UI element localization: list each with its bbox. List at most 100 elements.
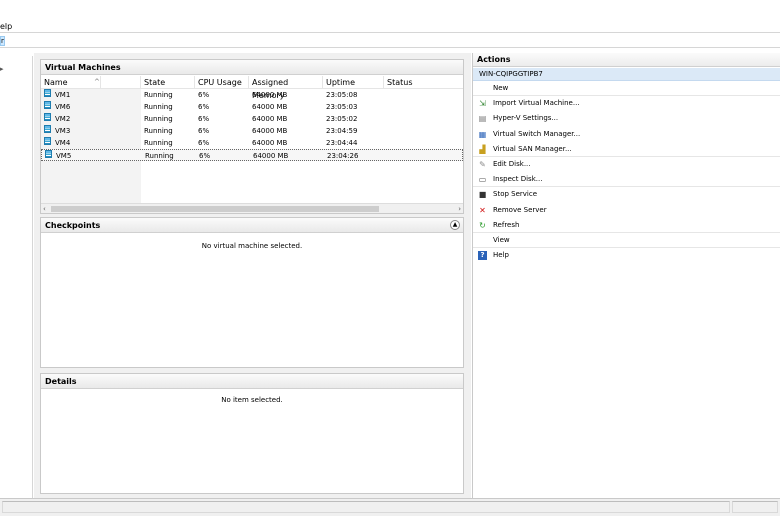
vm-cpu: 6% [198, 127, 210, 135]
vm-name: VM1 [55, 91, 71, 99]
vm-name: VM6 [55, 103, 71, 111]
action-view[interactable]: View [473, 233, 780, 249]
remove-icon: ✕ [479, 205, 486, 215]
stop-icon: ■ [478, 190, 487, 200]
vm-uptime: 23:05:02 [326, 115, 358, 123]
action-label: Virtual Switch Manager... [493, 129, 581, 138]
column-state[interactable]: State [141, 76, 195, 89]
details-panel: Details No item selected. [40, 373, 464, 494]
vm-memory: 64000 MB [252, 91, 288, 99]
action-hyper-v-settings[interactable]: ▤ Hyper-V Settings... [473, 111, 780, 126]
vm-memory: 64000 MB [252, 103, 288, 111]
menu-help[interactable]: elp [0, 22, 12, 31]
action-virtual-san-manager[interactable]: ▟ Virtual SAN Manager... [473, 142, 780, 157]
vm-state: Running [144, 115, 173, 123]
action-help[interactable]: ? Help [473, 248, 780, 263]
help-icon: ? [478, 251, 487, 261]
vm-state: Running [144, 127, 173, 135]
virtual-machine-icon [44, 137, 51, 145]
menu-bar: elp [0, 0, 780, 32]
action-import-virtual-machine[interactable]: ⇲ Import Virtual Machine... [473, 96, 780, 111]
virtual-machines-title: Virtual Machines [41, 60, 463, 75]
vm-cpu: 6% [198, 103, 210, 111]
action-label: Remove Server [493, 205, 547, 214]
scroll-right-icon[interactable]: › [458, 204, 461, 214]
action-stop-service[interactable]: ■ Stop Service [473, 187, 780, 202]
vm-state: Running [144, 103, 173, 111]
table-row[interactable]: VM1 Running 6% 64000 MB 23:05:08 [41, 89, 463, 101]
actions-list: New ⇲ Import Virtual Machine... ▤ Hyper-V Se… [473, 81, 780, 263]
table-row[interactable]: VM4 Running 6% 64000 MB 23:04:44 [41, 137, 463, 149]
vm-rows: VM1 Running 6% 64000 MB 23:05:08 VM6 Running 6%… [41, 89, 463, 161]
details-title: Details [41, 374, 463, 389]
table-row[interactable]: VM5 Running 6% 64000 MB 23:04:26 [41, 149, 463, 161]
refresh-icon: ↻ [479, 220, 486, 230]
center-pane: Virtual Machines ^ Name State CPU Usage … [34, 53, 471, 498]
action-label: Inspect Disk... [493, 175, 543, 184]
vm-state: Running [145, 152, 174, 160]
host-name-bar[interactable]: WIN-CQIPGGTIPB7 [473, 68, 780, 81]
column-assigned-memory[interactable]: Assigned Memory [249, 76, 323, 100]
vm-name: VM4 [55, 139, 71, 147]
table-row[interactable]: VM6 Running 6% 64000 MB 23:05:03 [41, 101, 463, 113]
virtual-machine-icon [44, 125, 51, 133]
scrollbar-thumb[interactable] [51, 206, 379, 212]
tree-expand-icon[interactable]: ▸ [0, 65, 4, 73]
action-refresh[interactable]: ↻ Refresh [473, 218, 780, 233]
column-cpu-usage[interactable]: CPU Usage [195, 76, 249, 89]
checkpoints-title: Checkpoints ▲ [41, 218, 463, 233]
action-label: Virtual SAN Manager... [493, 144, 572, 153]
vm-cpu: 6% [198, 139, 210, 147]
vm-table-header: ^ Name State CPU Usage Assigned Memory U… [41, 76, 463, 100]
vm-name: VM5 [56, 152, 72, 160]
vm-uptime: 23:04:44 [326, 139, 358, 147]
vm-memory: 64000 MB [252, 139, 288, 147]
checkpoints-empty-message: No virtual machine selected. [201, 242, 303, 250]
checkpoints-title-text: Checkpoints [45, 221, 101, 230]
import-icon: ⇲ [479, 99, 486, 109]
vm-uptime: 23:05:08 [326, 91, 358, 99]
table-row[interactable]: VM3 Running 6% 64000 MB 23:04:59 [41, 125, 463, 137]
edit-disk-icon: ✎ [479, 159, 486, 169]
details-empty-message: No item selected. [221, 396, 283, 404]
column-status[interactable]: Status [384, 76, 463, 89]
horizontal-scrollbar[interactable]: ‹ › [41, 203, 463, 213]
inspect-disk-icon: ▭ [478, 175, 487, 185]
checkpoints-panel: Checkpoints ▲ No virtual machine selecte… [40, 217, 464, 368]
column-uptime[interactable]: Uptime [323, 76, 384, 89]
vm-state: Running [144, 139, 173, 147]
status-cell-main [2, 501, 730, 513]
vm-uptime: 23:04:26 [327, 152, 359, 160]
virtual-machines-panel: Virtual Machines ^ Name State CPU Usage … [40, 59, 464, 214]
vm-cpu: 6% [198, 91, 210, 99]
action-inspect-disk[interactable]: ▭ Inspect Disk... [473, 172, 780, 188]
column-name[interactable]: Name [41, 76, 141, 89]
action-remove-server[interactable]: ✕ Remove Server [473, 203, 780, 218]
action-label: Help [493, 251, 509, 260]
status-bar [0, 498, 780, 516]
vm-cpu: 6% [199, 152, 211, 160]
action-edit-disk[interactable]: ✎ Edit Disk... [473, 157, 780, 172]
action-label: Import Virtual Machine... [493, 99, 580, 108]
table-row[interactable]: VM2 Running 6% 64000 MB 23:05:02 [41, 113, 463, 125]
status-cell-side [732, 501, 778, 513]
action-virtual-switch-manager[interactable]: ▦ Virtual Switch Manager... [473, 127, 780, 142]
address-selection[interactable]: n [0, 36, 5, 46]
action-label: Refresh [493, 220, 520, 229]
vm-memory: 64000 MB [253, 152, 289, 160]
scroll-left-icon[interactable]: ‹ [43, 204, 46, 214]
actions-title: Actions [473, 53, 780, 67]
collapse-up-icon[interactable]: ▲ [450, 220, 460, 230]
details-title-text: Details [45, 377, 77, 386]
virtual-machine-icon [44, 101, 51, 109]
vm-name: VM2 [55, 115, 71, 123]
action-label: Stop Service [493, 190, 538, 199]
virtual-machines-title-text: Virtual Machines [45, 63, 121, 72]
vm-table: ^ Name State CPU Usage Assigned Memory U… [41, 76, 463, 161]
settings-page-icon: ▤ [478, 114, 487, 124]
vm-memory: 64000 MB [252, 115, 288, 123]
vm-memory: 64000 MB [252, 127, 288, 135]
address-bar: n [0, 32, 780, 48]
action-new[interactable]: New [473, 81, 780, 97]
vm-cpu: 6% [198, 115, 210, 123]
